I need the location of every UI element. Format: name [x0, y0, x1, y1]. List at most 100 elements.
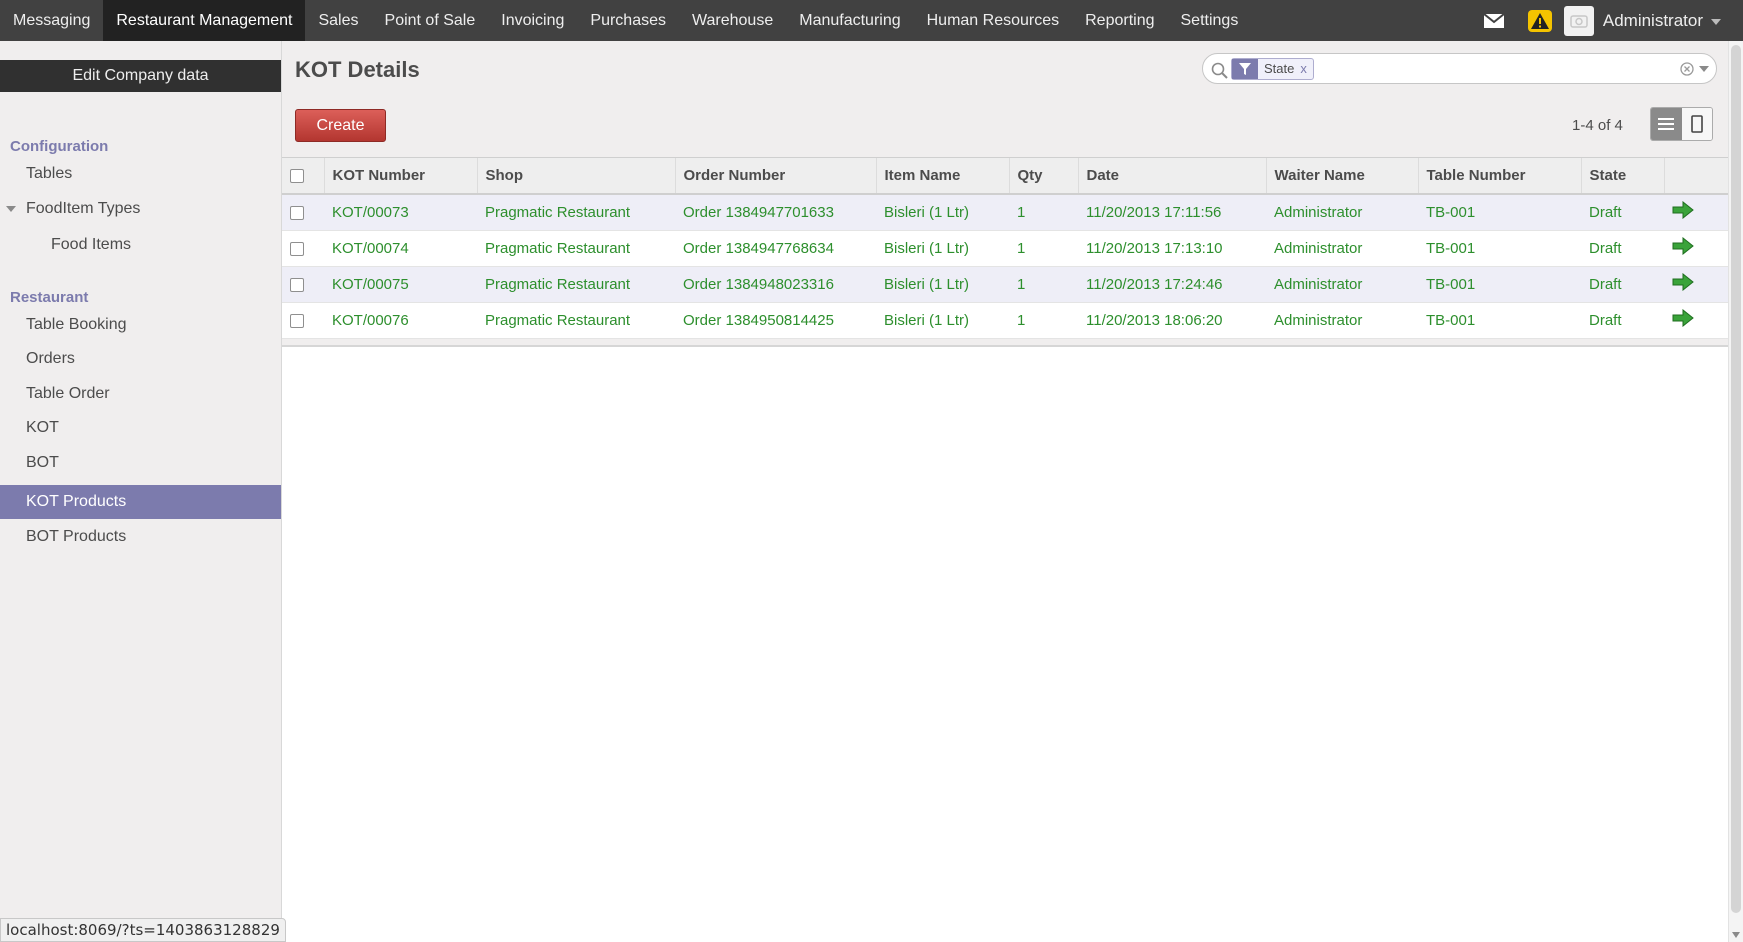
- cell-shop: Pragmatic Restaurant: [477, 266, 675, 303]
- cell-qty: 1: [1009, 302, 1078, 339]
- menu-warehouse[interactable]: Warehouse: [679, 0, 786, 41]
- column-header-waiter-name[interactable]: Waiter Name: [1266, 158, 1419, 195]
- menu-human-resources[interactable]: Human Resources: [914, 0, 1073, 41]
- column-header-kot-number[interactable]: KOT Number: [324, 158, 478, 195]
- cell-table-number: TB-001: [1418, 266, 1581, 303]
- clear-search-icon[interactable]: [1680, 62, 1694, 76]
- sidebar-item-label: FoodItem Types: [26, 200, 141, 217]
- sidebar-section-restaurant: Restaurant: [10, 289, 89, 306]
- facet-remove-button[interactable]: x: [1300, 59, 1313, 79]
- column-header-qty[interactable]: Qty: [1009, 158, 1079, 195]
- row-action-cell: [1664, 230, 1728, 267]
- table-row[interactable]: KOT/00074 Pragmatic Restaurant Order 138…: [282, 230, 1728, 267]
- sidebar-item-kot[interactable]: KOT: [0, 411, 281, 445]
- menu-restaurant-management[interactable]: Restaurant Management: [103, 0, 306, 41]
- user-name[interactable]: Administrator: [1603, 11, 1703, 31]
- scrollbar-thumb[interactable]: [1731, 45, 1741, 913]
- cell-kot-number: KOT/00076: [324, 302, 477, 339]
- table-row[interactable]: KOT/00075 Pragmatic Restaurant Order 138…: [282, 266, 1728, 303]
- sidebar-item-food-items[interactable]: Food Items: [0, 228, 281, 262]
- control-panel: KOT Details State x Create 1-4 of 4: [282, 41, 1728, 158]
- cell-waiter-name: Administrator: [1266, 230, 1418, 267]
- main-content: KOT Details State x Create 1-4 of 4 KOT …: [282, 41, 1728, 942]
- row-select-cell: [282, 302, 324, 339]
- cell-kot-number: KOT/00073: [324, 194, 477, 231]
- menu-messaging[interactable]: Messaging: [0, 0, 103, 41]
- cell-item-name: Bisleri (1 Ltr): [876, 266, 1009, 303]
- next-state-arrow-icon[interactable]: [1672, 201, 1694, 223]
- pager-value[interactable]: 1-4 of 4: [1572, 117, 1623, 134]
- next-state-arrow-icon[interactable]: [1672, 272, 1694, 295]
- sidebar-item-orders[interactable]: Orders: [0, 342, 281, 376]
- create-button[interactable]: Create: [295, 109, 386, 142]
- menu-reporting[interactable]: Reporting: [1072, 0, 1167, 41]
- cell-qty: 1: [1009, 230, 1078, 267]
- page-title: KOT Details: [295, 57, 420, 82]
- row-checkbox[interactable]: [290, 313, 304, 328]
- menu-invoicing[interactable]: Invoicing: [488, 0, 577, 41]
- column-header-date[interactable]: Date: [1078, 158, 1267, 195]
- cell-order-number: Order 1384947701633: [675, 194, 876, 231]
- column-header-state[interactable]: State: [1581, 158, 1665, 195]
- column-header-item-name[interactable]: Item Name: [876, 158, 1010, 195]
- expand-triangle-icon[interactable]: [6, 206, 16, 212]
- form-view-icon[interactable]: [1681, 108, 1712, 140]
- cell-kot-number: KOT/00075: [324, 266, 477, 303]
- cell-item-name: Bisleri (1 Ltr): [876, 230, 1009, 267]
- table-header-row: KOT Number Shop Order Number Item Name Q…: [282, 158, 1728, 195]
- table-row[interactable]: KOT/00073 Pragmatic Restaurant Order 138…: [282, 194, 1728, 231]
- row-checkbox[interactable]: [290, 205, 304, 220]
- sidebar-section-configuration: Configuration: [10, 138, 109, 155]
- sidebar-item-tables[interactable]: Tables: [0, 157, 281, 191]
- top-navbar: Messaging Restaurant Management Sales Po…: [0, 0, 1743, 41]
- mail-icon[interactable]: [1483, 13, 1504, 28]
- menu-purchases[interactable]: Purchases: [577, 0, 679, 41]
- caret-down-icon[interactable]: [1711, 12, 1721, 29]
- search-icon[interactable]: [1211, 62, 1229, 80]
- cell-state: Draft: [1581, 230, 1664, 267]
- list-view-icon[interactable]: [1651, 108, 1682, 140]
- menu-manufacturing[interactable]: Manufacturing: [786, 0, 913, 41]
- cell-shop: Pragmatic Restaurant: [477, 230, 675, 267]
- cell-table-number: TB-001: [1418, 230, 1581, 267]
- row-select-cell: [282, 230, 324, 267]
- cell-item-name: Bisleri (1 Ltr): [876, 194, 1009, 231]
- menu-sales[interactable]: Sales: [305, 0, 371, 41]
- facet-label: State: [1264, 61, 1295, 76]
- search-options-icon[interactable]: [1699, 66, 1709, 72]
- table-row[interactable]: KOT/00076 Pragmatic Restaurant Order 138…: [282, 302, 1728, 339]
- warning-icon[interactable]: [1527, 9, 1552, 32]
- column-header-shop[interactable]: Shop: [477, 158, 676, 195]
- cell-order-number: Order 1384948023316: [675, 266, 876, 303]
- sidebar-item-table-booking[interactable]: Table Booking: [0, 308, 281, 342]
- cell-table-number: TB-001: [1418, 194, 1581, 231]
- filter-icon: [1232, 59, 1258, 79]
- cell-qty: 1: [1009, 194, 1078, 231]
- cell-date: 11/20/2013 17:11:56: [1078, 194, 1266, 231]
- sidebar-item-bot[interactable]: BOT: [0, 446, 281, 480]
- menu-point-of-sale[interactable]: Point of Sale: [372, 0, 489, 41]
- next-state-arrow-icon[interactable]: [1672, 308, 1694, 331]
- cell-order-number: Order 1384947768634: [675, 230, 876, 267]
- row-action-cell: [1664, 194, 1728, 231]
- row-checkbox[interactable]: [290, 277, 304, 292]
- sidebar-item-bot-products[interactable]: BOT Products: [0, 520, 281, 554]
- cell-waiter-name: Administrator: [1266, 194, 1418, 231]
- column-header-table-number[interactable]: Table Number: [1418, 158, 1582, 195]
- scroll-down-arrow-icon[interactable]: [1732, 932, 1740, 938]
- search-input[interactable]: State x: [1202, 53, 1717, 84]
- vertical-scrollbar[interactable]: [1728, 41, 1743, 942]
- sidebar-item-kot-products[interactable]: KOT Products: [0, 485, 281, 519]
- avatar[interactable]: [1563, 5, 1594, 36]
- row-checkbox[interactable]: [290, 241, 304, 256]
- sidebar-item-table-order[interactable]: Table Order: [0, 377, 281, 411]
- cell-kot-number: KOT/00074: [324, 230, 477, 267]
- sidebar: Edit Company data Configuration Tables F…: [0, 41, 282, 942]
- edit-company-button[interactable]: Edit Company data: [0, 60, 281, 92]
- menu-settings[interactable]: Settings: [1168, 0, 1252, 41]
- next-state-arrow-icon[interactable]: [1672, 236, 1694, 259]
- sidebar-item-fooditem-types[interactable]: FoodItem Types: [0, 192, 281, 226]
- column-header-order-number[interactable]: Order Number: [675, 158, 877, 195]
- search-facet[interactable]: State x: [1231, 58, 1314, 80]
- select-all-checkbox[interactable]: [290, 169, 304, 184]
